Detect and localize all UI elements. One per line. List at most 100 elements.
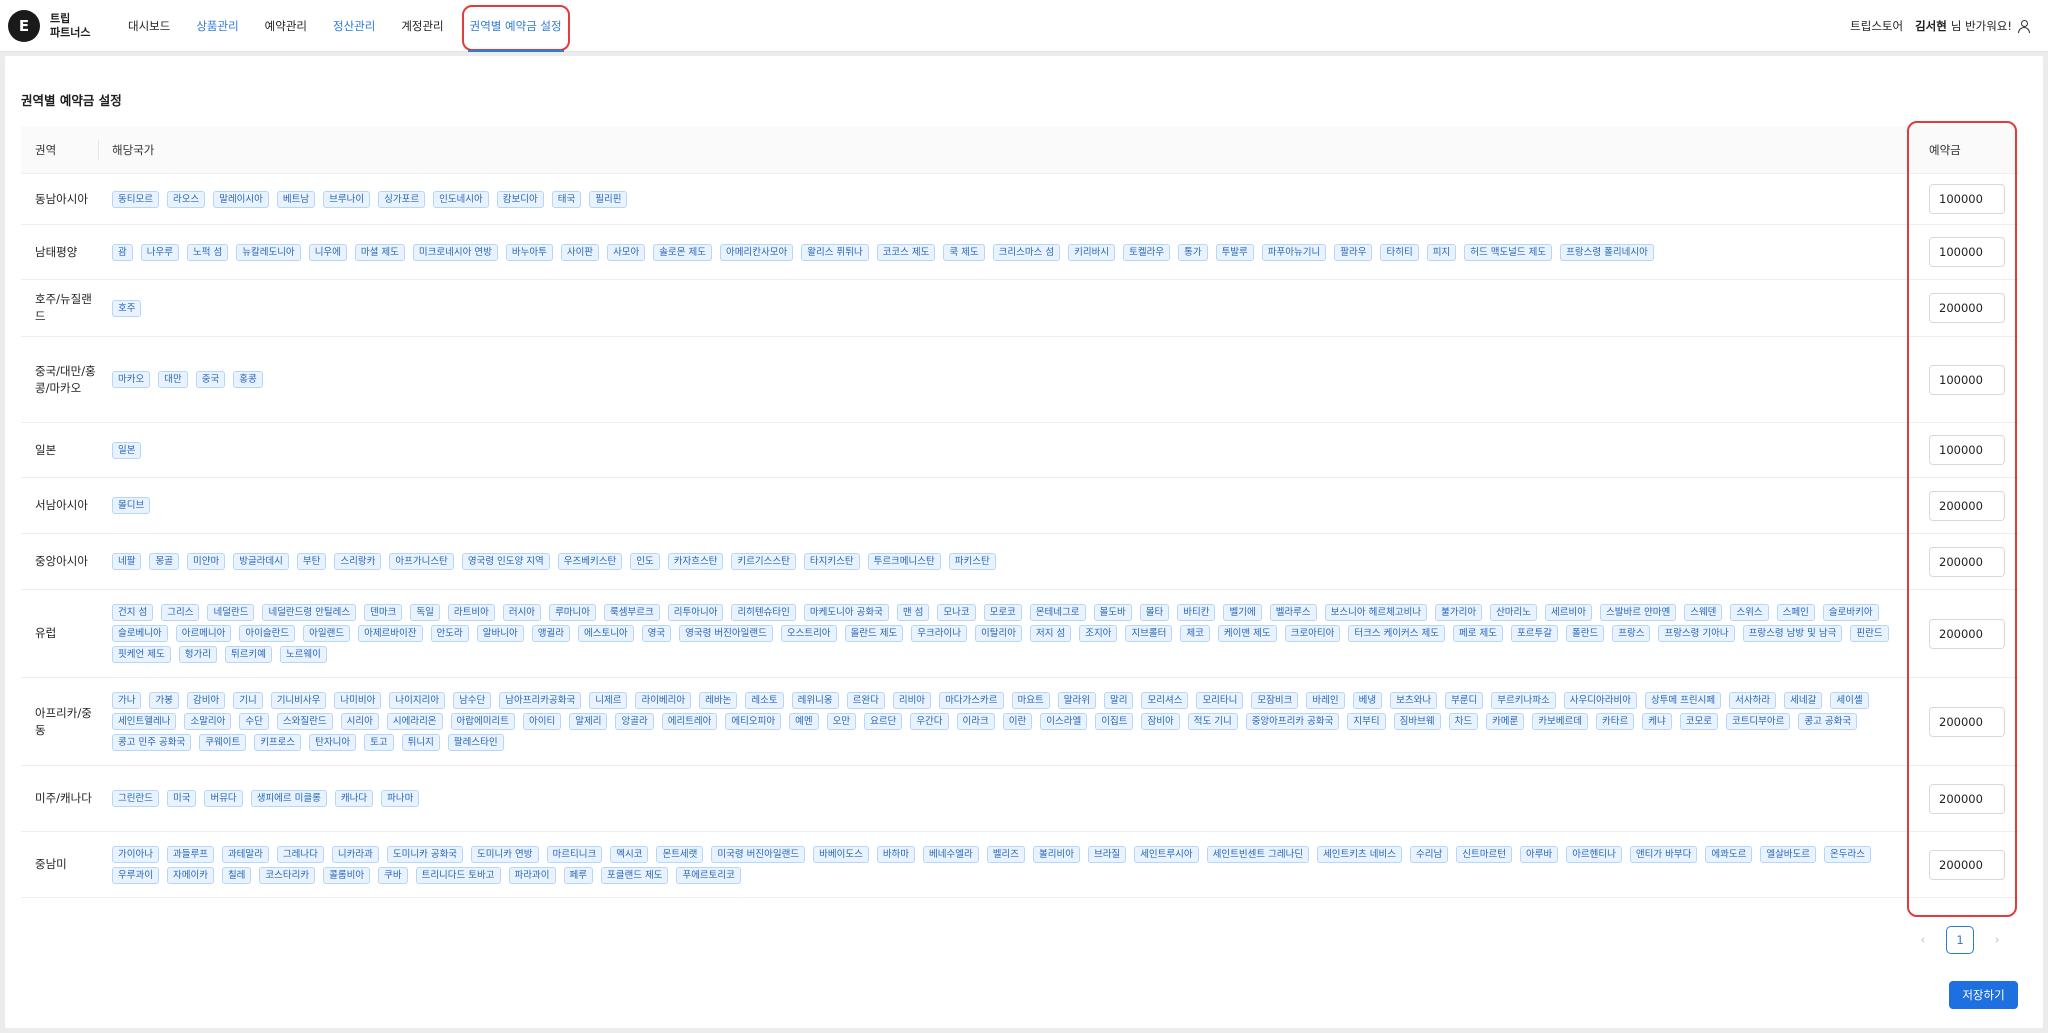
country-tag: 독일 bbox=[410, 604, 440, 621]
country-tag: 중국 bbox=[195, 371, 226, 388]
table-row: 동남아시아 동티모르 라오스 말레이시아 베트남 브루나이 싱가포르 인도네시아 캄보디아 태국 필… bbox=[21, 174, 2019, 225]
country-tag: 온두라스 bbox=[1824, 845, 1871, 863]
nav-item-4[interactable]: 계정관리 bbox=[401, 0, 443, 52]
country-tag: 잠비아 bbox=[1141, 713, 1180, 730]
country-tag: 우즈베키스탄 bbox=[557, 553, 623, 570]
fee-cell bbox=[1909, 618, 2019, 649]
country-tag: 페루 bbox=[563, 866, 593, 884]
country-tag: 버뮤다 bbox=[204, 790, 243, 807]
country-tag: 서사하라 bbox=[1729, 692, 1777, 709]
country-tag: 토고 bbox=[364, 734, 394, 751]
page-number-current[interactable]: 1 bbox=[1946, 926, 1974, 954]
table-row: 호주/뉴질랜드 호주 bbox=[21, 280, 2019, 337]
logo[interactable]: E 트립 파트너스 bbox=[8, 9, 98, 42]
country-tag: 쿡 제도 bbox=[943, 243, 985, 261]
deposit-amount-input[interactable] bbox=[1929, 849, 2005, 880]
country-tag: 싱가포르 bbox=[378, 190, 426, 208]
country-tag: 핏케언 제도 bbox=[112, 646, 171, 663]
country-tag: 가나 bbox=[112, 692, 142, 709]
country-tag: 과들루프 bbox=[166, 845, 214, 863]
content-card: 권역별 예약금 설정 권역 해당국가 예약금 동남아시아 동티모르 라오스 말레이시아… bbox=[5, 56, 2043, 1028]
country-tag: 레위니옹 bbox=[791, 692, 839, 709]
page-title: 권역별 예약금 설정 bbox=[21, 93, 122, 108]
deposit-amount-input[interactable] bbox=[1929, 546, 2005, 577]
chevron-left-icon[interactable]: ‹ bbox=[1909, 926, 1937, 954]
country-tag: 베트남 bbox=[276, 190, 316, 208]
country-tag: 이탈리아 bbox=[974, 625, 1022, 642]
country-tag: 아랍에미리트 bbox=[450, 713, 515, 730]
country-tag: 바티칸 bbox=[1177, 604, 1216, 621]
country-tag: 아메리칸사모아 bbox=[720, 243, 794, 261]
country-tag: 앙골라 bbox=[615, 713, 654, 730]
country-tag: 팔라우 bbox=[1334, 243, 1373, 261]
header-region: 권역 bbox=[21, 126, 99, 173]
country-tag: 베냉 bbox=[1352, 692, 1383, 709]
fee-cell bbox=[1909, 184, 2019, 214]
country-tag: 맨 섬 bbox=[896, 604, 930, 621]
country-tag: 헝가리 bbox=[178, 646, 217, 663]
country-tag: 탄자니아 bbox=[309, 734, 357, 751]
country-tags: 호주 bbox=[99, 299, 1909, 317]
user-icon[interactable] bbox=[2018, 20, 2030, 33]
fee-cell bbox=[1909, 783, 2019, 814]
country-tag: 키리바시 bbox=[1068, 243, 1116, 261]
country-tag: 코스타리카 bbox=[259, 866, 316, 884]
header-fee: 예약금 bbox=[1929, 142, 1961, 157]
country-tag: 저지 섬 bbox=[1029, 625, 1072, 642]
deposit-amount-input[interactable] bbox=[1929, 783, 2005, 814]
country-tag: 사모아 bbox=[607, 243, 646, 261]
country-tag: 말리 bbox=[1103, 692, 1134, 709]
table-row: 남태평양 괌 나우루 노퍽 섬 뉴칼레도니아 니우에 마셜 제도 미크로네시아 연방 바누아투 사… bbox=[21, 225, 2019, 280]
country-tag: 니우에 bbox=[308, 243, 347, 261]
deposit-amount-input[interactable] bbox=[1929, 706, 2005, 737]
region-name: 중남미 bbox=[35, 857, 67, 871]
nav-item-2[interactable]: 예약관리 bbox=[265, 0, 307, 52]
country-tag: 캄보디아 bbox=[496, 190, 544, 208]
country-tag: 우간다 bbox=[910, 713, 949, 730]
country-tag: 벨라루스 bbox=[1269, 604, 1317, 621]
deposit-amount-input[interactable] bbox=[1929, 618, 2005, 649]
country-tag: 브루나이 bbox=[323, 190, 371, 208]
country-tag: 이집트 bbox=[1095, 713, 1134, 730]
nav-item-5[interactable]: 권역별 예약금 설정 bbox=[461, 0, 570, 52]
country-tag: 아루바 bbox=[1519, 845, 1559, 863]
country-tag: 말레이시아 bbox=[213, 190, 269, 208]
country-tag: 엘살바도르 bbox=[1760, 845, 1817, 863]
country-tag: 우루과이 bbox=[112, 866, 159, 884]
region-name: 유럽 bbox=[35, 626, 57, 640]
country-tag: 수리남 bbox=[1410, 845, 1449, 863]
fee-cell bbox=[1909, 849, 2019, 880]
country-tag: 크리스마스 섬 bbox=[992, 243, 1061, 261]
country-tag: 모로코 bbox=[983, 604, 1022, 621]
country-tag: 생피에르 미클롱 bbox=[250, 790, 327, 807]
country-tag: 건지 섬 bbox=[112, 604, 154, 621]
deposit-amount-input[interactable] bbox=[1929, 490, 2005, 521]
country-tag: 허드 맥도널드 제도 bbox=[1464, 243, 1553, 261]
save-button[interactable]: 저장하기 bbox=[1949, 981, 2018, 1009]
fee-cell bbox=[1909, 706, 2019, 737]
country-tags: 마카오 대만 중국 홍콩 bbox=[99, 371, 1909, 388]
deposit-amount-input[interactable] bbox=[1929, 435, 2005, 465]
chevron-right-icon[interactable]: › bbox=[1983, 926, 2011, 954]
country-tag: 예멘 bbox=[789, 713, 819, 730]
country-tag: 요르단 bbox=[864, 713, 903, 730]
store-name[interactable]: 트립스토어 bbox=[1850, 18, 1903, 34]
country-tag: 모리타니 bbox=[1196, 692, 1244, 709]
country-tag: 대만 bbox=[158, 371, 188, 388]
country-tag: 투르크메니스탄 bbox=[867, 553, 941, 570]
nav-item-3[interactable]: 정산관리 bbox=[333, 0, 375, 52]
country-tag: 프랑스 bbox=[1612, 625, 1651, 642]
deposit-amount-input[interactable] bbox=[1929, 237, 2005, 267]
nav-item-1[interactable]: 상품관리 bbox=[196, 0, 238, 52]
deposit-amount-input[interactable] bbox=[1929, 184, 2005, 214]
region-name: 서남아시아 bbox=[35, 498, 88, 512]
country-tag: 부르키나파소 bbox=[1491, 692, 1556, 709]
deposit-amount-input[interactable] bbox=[1929, 364, 2005, 395]
deposit-amount-input[interactable] bbox=[1929, 293, 2005, 323]
country-tag: 바누아투 bbox=[505, 243, 553, 261]
country-tag: 슬로베니아 bbox=[112, 625, 168, 642]
country-tag: 나이지리아 bbox=[389, 692, 446, 709]
country-tag: 앵귈라 bbox=[531, 625, 570, 642]
country-tag: 방글라데시 bbox=[233, 553, 289, 570]
nav-item-0[interactable]: 대시보드 bbox=[128, 0, 170, 52]
